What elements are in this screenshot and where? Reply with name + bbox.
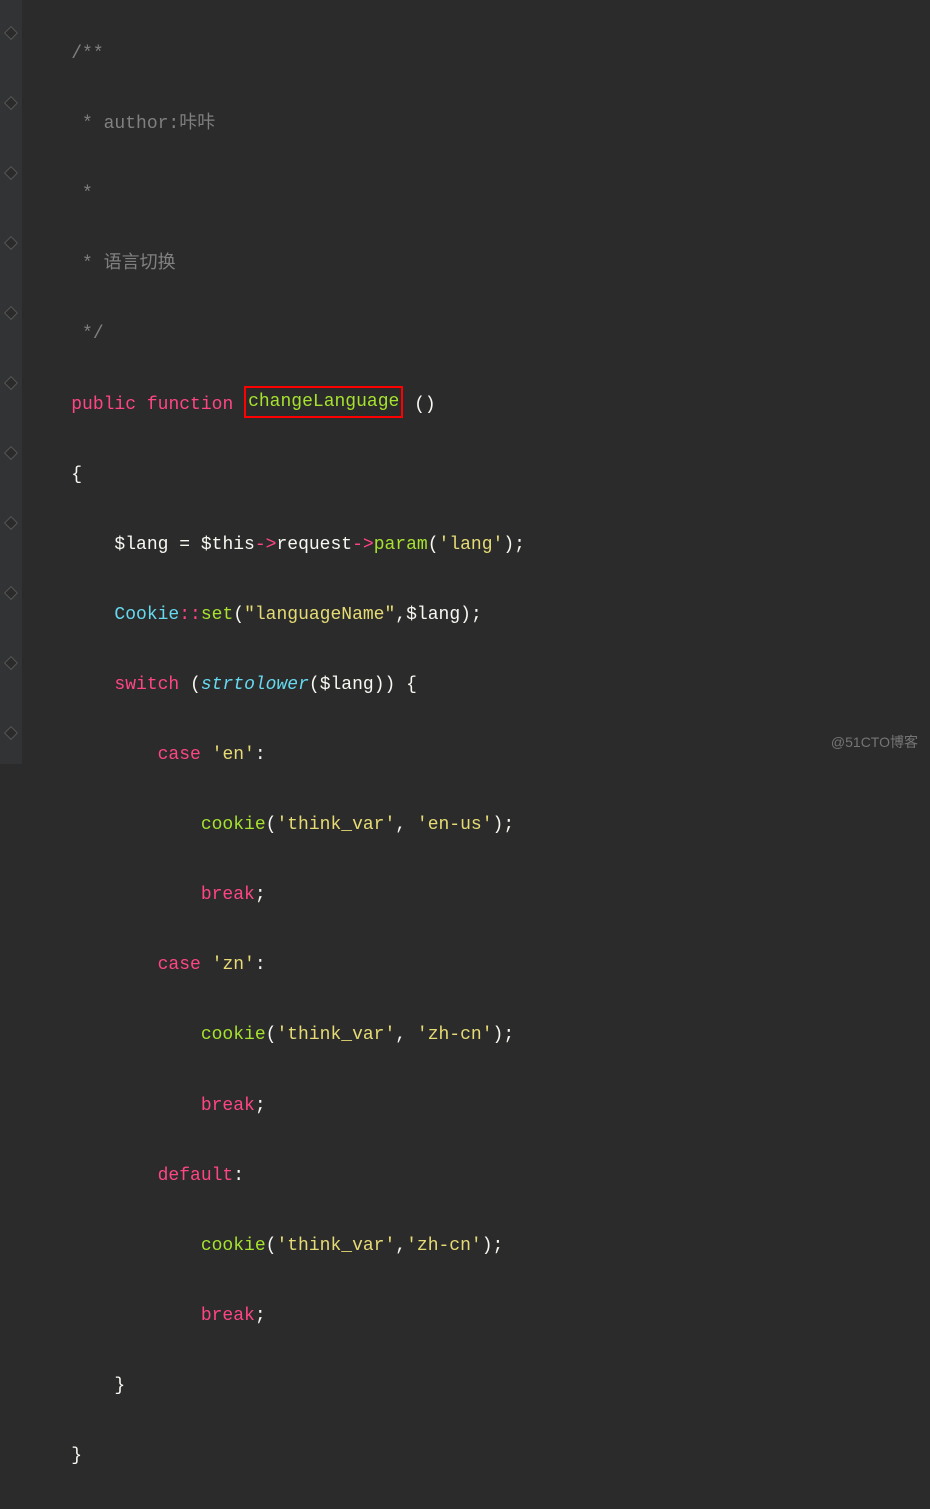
code-line: cookie('think_var', 'zh-cn');	[28, 1018, 930, 1053]
code-line: break;	[28, 878, 930, 913]
fold-marker[interactable]	[4, 306, 18, 320]
code-line: case 'en':	[28, 738, 930, 773]
code-line: break;	[28, 1089, 930, 1124]
fold-marker[interactable]	[4, 586, 18, 600]
comment-line: * author:咔咔	[28, 107, 930, 142]
comment-line: *	[28, 177, 930, 212]
code-line: }	[28, 1369, 930, 1404]
gutter	[0, 0, 22, 764]
code-line: break;	[28, 1299, 930, 1334]
fold-marker[interactable]	[4, 516, 18, 530]
code-line: switch (strtolower($lang)) {	[28, 668, 930, 703]
code-line: }	[28, 1439, 930, 1474]
comment-line: /**	[28, 37, 930, 72]
fold-marker[interactable]	[4, 656, 18, 670]
highlight-annotation: changeLanguage	[244, 386, 403, 418]
code-line: cookie('think_var', 'en-us');	[28, 808, 930, 843]
fold-marker[interactable]	[4, 26, 18, 40]
code-editor[interactable]: /** * author:咔咔 * * 语言切换 */ public funct…	[0, 0, 930, 1509]
fold-marker[interactable]	[4, 166, 18, 180]
function-signature: public function changeLanguage ()	[28, 388, 930, 423]
fold-marker[interactable]	[4, 726, 18, 740]
code-line: {	[28, 458, 930, 493]
function-name: changeLanguage	[248, 392, 399, 412]
code-line: case 'zn':	[28, 948, 930, 983]
watermark: @51CTO博客	[831, 729, 918, 756]
code-line: $lang = $this->request->param('lang');	[28, 528, 930, 563]
fold-marker[interactable]	[4, 236, 18, 250]
fold-marker[interactable]	[4, 446, 18, 460]
fold-marker[interactable]	[4, 376, 18, 390]
comment-line: */	[28, 317, 930, 352]
comment-line: * 语言切换	[28, 247, 930, 282]
code-line: Cookie::set("languageName",$lang);	[28, 598, 930, 633]
code-line: default:	[28, 1159, 930, 1194]
fold-marker[interactable]	[4, 96, 18, 110]
code-line: cookie('think_var','zh-cn');	[28, 1229, 930, 1264]
